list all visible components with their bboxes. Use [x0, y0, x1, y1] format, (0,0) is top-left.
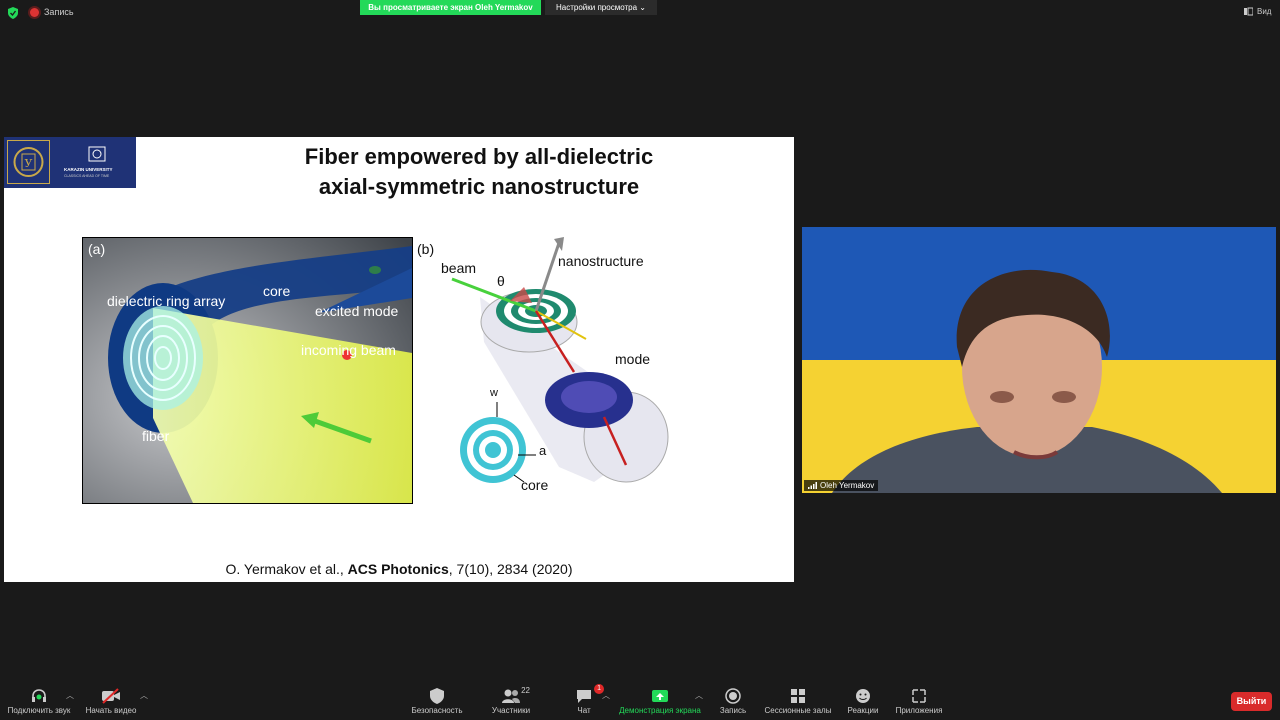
view-button-label: Вид — [1257, 7, 1272, 16]
reactions-button[interactable]: Реакции — [844, 688, 882, 715]
participants-count: 22 — [521, 686, 530, 695]
view-button[interactable]: Вид — [1244, 7, 1271, 16]
security-button[interactable]: Безопасность — [408, 688, 466, 715]
label-w: w — [490, 387, 498, 399]
label-dielectric-ring-array: dielectric ring array — [107, 293, 226, 309]
shield-check-icon[interactable] — [8, 7, 18, 19]
label-core: core — [263, 283, 291, 299]
join-audio-button[interactable]: Подключить звук — [4, 688, 74, 715]
logo-text: KARAZIN UNIVERSITY — [64, 167, 113, 172]
shared-screen: У KARAZIN UNIVERSITY CLASSICS AHEAD OF T… — [4, 137, 794, 582]
citation-ref: , 7(10), 2834 (2020) — [448, 561, 573, 577]
top-bar: Запись Вы просматриваете экран Oleh Yerm… — [0, 0, 1280, 26]
label-core-b: core — [521, 477, 549, 493]
video-off-icon — [102, 688, 120, 704]
figure-a: (a) core dielectric ring array excited m… — [82, 237, 413, 504]
title-line-2: axial-symmetric nanostructure — [318, 174, 640, 199]
recording-indicator[interactable]: Запись — [30, 7, 74, 17]
label-incoming-beam: incoming beam — [301, 342, 396, 358]
chat-button[interactable]: 1 Чат — [570, 684, 604, 715]
participants-button[interactable]: 22 Участники — [488, 686, 534, 715]
university-logo: У KARAZIN UNIVERSITY CLASSICS AHEAD OF T… — [4, 137, 136, 188]
label-fiber: fiber — [142, 428, 170, 444]
label-excited-mode: excited mode — [315, 303, 399, 319]
video-options-caret-icon[interactable]: ︿ — [140, 690, 148, 701]
label-theta: θ — [497, 273, 505, 289]
security-label: Безопасность — [411, 706, 463, 715]
share-screen-label: Демонстрация экрана — [619, 706, 701, 715]
audio-options-caret-icon[interactable]: ︿ — [66, 690, 74, 701]
recording-label: Запись — [44, 7, 74, 17]
emblem-icon — [88, 146, 106, 162]
screen-share-banner: Вы просматриваете экран Oleh Yermakov — [360, 0, 541, 15]
figure-b: (b) beam θ nanostructure mode w a core — [414, 237, 674, 497]
start-video-label: Начать видео — [85, 706, 137, 715]
chat-options-caret-icon[interactable]: ︿ — [602, 690, 610, 701]
headphones-icon — [32, 689, 46, 702]
svg-text:У: У — [25, 157, 33, 170]
breakout-rooms-icon — [791, 689, 805, 703]
breakout-rooms-button[interactable]: Сессионные залы — [762, 688, 834, 715]
panel-label-a: (a) — [88, 241, 106, 257]
participant-name: Oleh Yermakov — [820, 481, 875, 490]
label-nanostructure: nanostructure — [558, 253, 644, 269]
participants-label: Участники — [491, 706, 531, 715]
record-icon — [725, 688, 741, 704]
signal-bars-icon — [808, 482, 817, 489]
apps-icon — [912, 689, 926, 703]
shield-icon — [430, 688, 444, 704]
start-video-button[interactable]: Начать видео — [84, 688, 138, 715]
logo-subtext: CLASSICS AHEAD OF TIME — [64, 174, 110, 178]
apps-button[interactable]: Приложения — [892, 688, 946, 715]
participants-icon — [502, 689, 520, 703]
reactions-label: Реакции — [847, 706, 879, 715]
citation: O. Yermakov et al., ACS Photonics, 7(10)… — [4, 561, 794, 577]
label-mode: mode — [615, 351, 651, 367]
recording-dot-icon — [30, 7, 39, 17]
participant-silhouette — [832, 269, 1222, 493]
smiley-icon — [856, 689, 870, 703]
chat-label: Чат — [577, 706, 591, 715]
meeting-toolbar: Подключить звук ︿ Начать видео ︿ Безопас… — [0, 680, 1280, 720]
label-a: a — [539, 443, 547, 458]
leave-meeting-button[interactable]: Выйти — [1231, 692, 1272, 711]
panel-label-b: (b) — [417, 241, 435, 257]
record-button[interactable]: Запись — [714, 688, 752, 715]
figure-a-illustration — [83, 238, 412, 503]
apps-label: Приложения — [895, 706, 943, 715]
view-options-button[interactable]: Настройки просмотра ⌄ — [545, 0, 657, 15]
chevron-down-icon: ⌄ — [639, 3, 646, 12]
chat-icon-wrap: 1 — [570, 684, 604, 704]
title-line-1: Fiber empowered by all-dielectric — [304, 144, 654, 169]
participant-name-tag: Oleh Yermakov — [804, 480, 879, 491]
join-audio-label: Подключить звук — [7, 706, 71, 715]
citation-journal: ACS Photonics — [347, 561, 449, 577]
share-screen-button[interactable]: Демонстрация экрана — [614, 688, 706, 715]
chat-icon — [577, 690, 591, 703]
share-screen-icon — [652, 690, 668, 702]
slide-title: Fiber empowered by all-dielectric axial-… — [224, 142, 734, 202]
participant-video[interactable]: Oleh Yermakov — [802, 227, 1276, 493]
view-options-label: Настройки просмотра — [556, 3, 638, 12]
citation-authors: O. Yermakov et al., — [225, 561, 348, 577]
record-label: Запись — [719, 706, 747, 715]
figure-b-illustration — [451, 237, 669, 483]
label-beam: beam — [441, 260, 477, 276]
view-icon — [1244, 7, 1253, 16]
share-options-caret-icon[interactable]: ︿ — [695, 690, 703, 701]
crest-icon: У — [7, 140, 50, 184]
breakout-rooms-label: Сессионные залы — [764, 706, 832, 715]
